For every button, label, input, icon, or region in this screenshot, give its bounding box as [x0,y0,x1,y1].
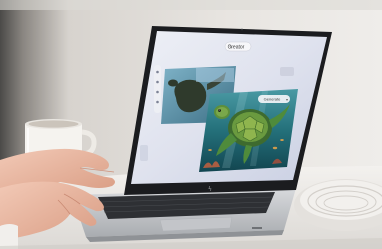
screen-blur-card-left [140,145,148,161]
photo-scene: ϟ Creator ✎ Generate ▾ [0,0,382,249]
svg-text:▾: ▾ [286,97,288,102]
generate-pill[interactable]: Generate ▾ [258,95,290,103]
screen-tool-rail [154,65,161,113]
laptop-base [72,188,296,242]
screen-blur-card-right [280,67,294,76]
background-top-band [0,0,382,10]
generate-pill-label: Generate [264,97,281,102]
svg-text:ϟ: ϟ [208,186,212,193]
screen-creator-button[interactable]: Creator ✎ [224,41,252,52]
svg-text:✎: ✎ [229,45,233,51]
